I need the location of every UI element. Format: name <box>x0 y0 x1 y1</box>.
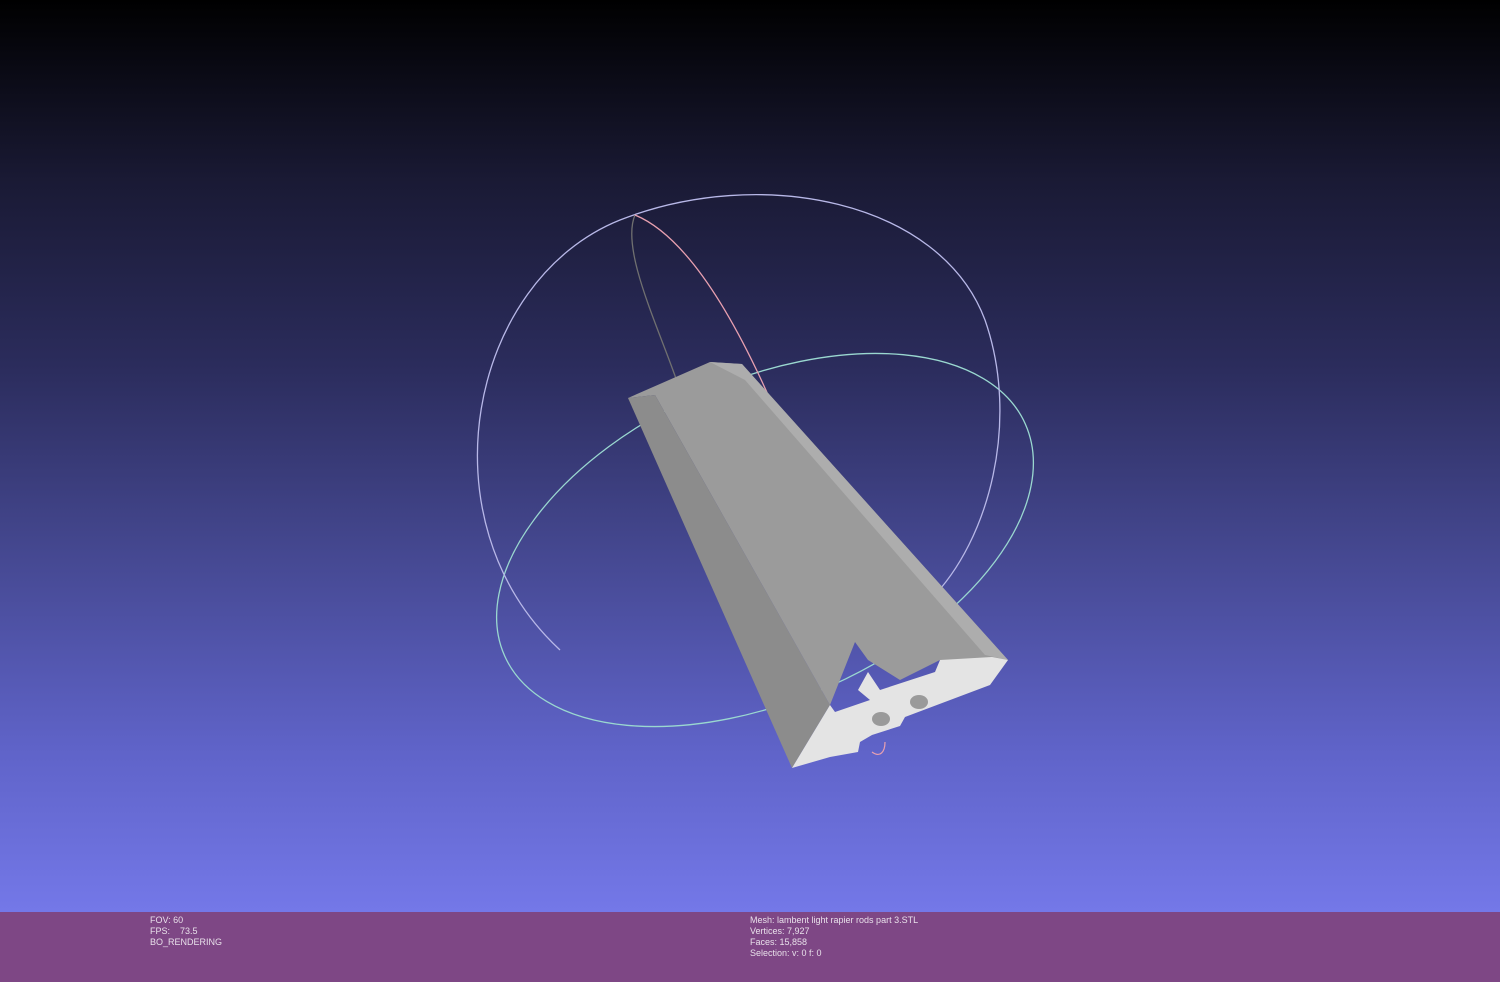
3d-viewport[interactable] <box>0 0 1500 912</box>
mesh-top-face <box>628 362 1008 705</box>
mesh-info: Mesh: lambent light rapier rods part 3.S… <box>750 915 918 959</box>
mesh-model[interactable] <box>628 362 1008 768</box>
render-info: FOV: 60 FPS: 73.5 BO_RENDERING <box>150 915 222 948</box>
render-mode: BO_RENDERING <box>150 937 223 947</box>
face-count: Faces: 15,858 <box>750 937 808 947</box>
selection-info: Selection: v: 0 f: 0 <box>750 948 822 958</box>
mesh-hole <box>910 695 928 709</box>
mesh-hole <box>872 712 890 726</box>
vertex-count: Vertices: 7,927 <box>750 926 810 936</box>
status-bar: FOV: 60 FPS: 73.5 BO_RENDERING Mesh: lam… <box>0 912 1500 982</box>
fov-readout: FOV: 60 <box>150 915 184 925</box>
mesh-name: Mesh: lambent light rapier rods part 3.S… <box>750 915 919 925</box>
fps-readout: FPS: 73.5 <box>150 926 198 936</box>
trackball-ring-pink-end <box>871 741 886 755</box>
